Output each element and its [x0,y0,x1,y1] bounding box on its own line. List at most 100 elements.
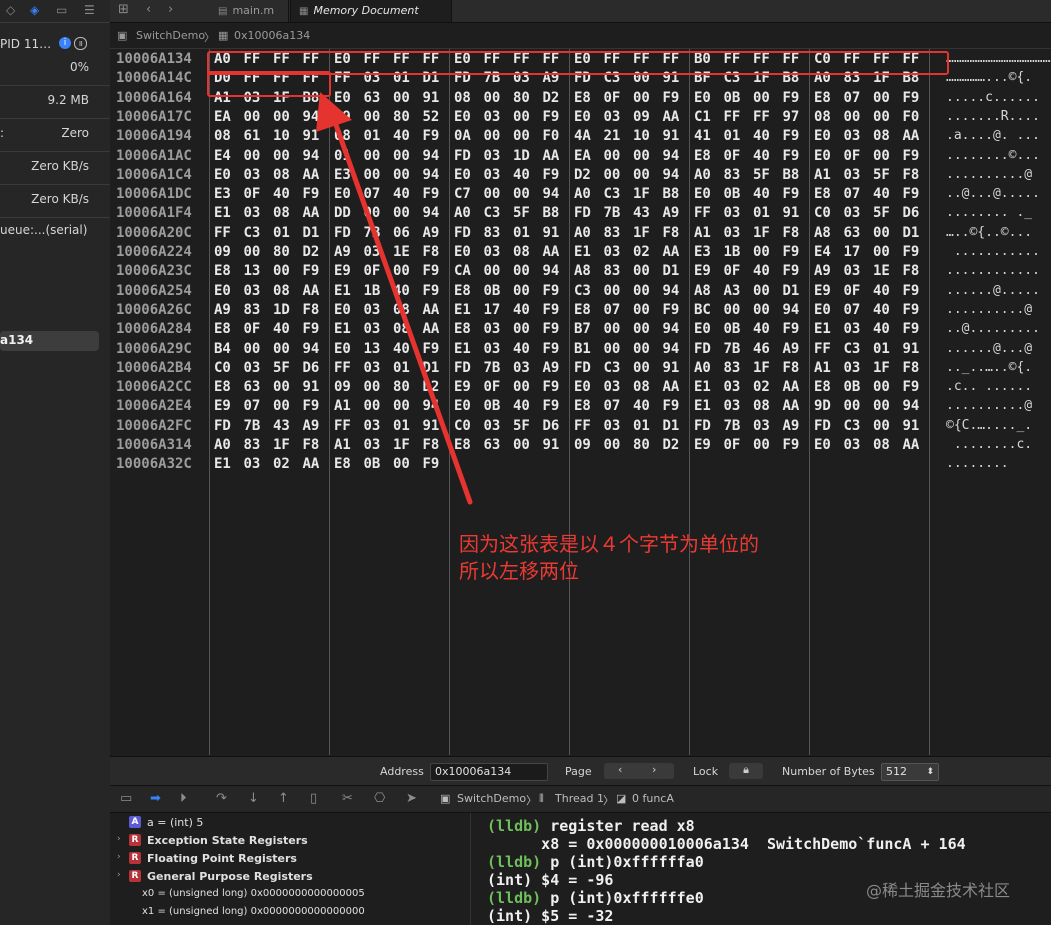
memory-byte[interactable]: 83 [244,437,266,453]
memory-byte[interactable]: 40 [753,186,775,202]
memory-byte[interactable]: A9 [214,302,236,318]
memory-byte[interactable]: F8 [903,167,925,183]
breadcrumb-address[interactable]: 0x10006a134 [234,29,310,42]
memory-byte[interactable]: AA [663,244,685,260]
memory-byte[interactable]: 00 [633,283,655,299]
memory-byte[interactable]: F9 [903,148,925,164]
memory-byte[interactable]: B7 [574,321,596,337]
memory-byte[interactable]: 0F [724,148,746,164]
memory-byte[interactable]: 09 [633,109,655,125]
memory-byte[interactable]: 03 [484,341,506,357]
memory-byte[interactable]: FD [694,341,716,357]
memory-graph-icon[interactable]: ✂ [342,791,353,806]
memory-byte[interactable]: 00 [873,109,895,125]
memory-byte[interactable]: C0 [814,205,836,221]
memory-byte[interactable]: F9 [543,341,565,357]
memory-byte[interactable]: F9 [783,263,805,279]
memory-byte[interactable]: 4A [574,128,596,144]
debug-breadcrumb-frame[interactable]: 0 funcA [632,792,674,805]
memory-byte[interactable]: D1 [663,263,685,279]
memory-byte[interactable]: B1 [574,341,596,357]
memory-byte[interactable]: 00 [604,283,626,299]
memory-byte[interactable]: 03 [844,321,866,337]
memory-byte[interactable]: D1 [783,283,805,299]
memory-byte[interactable]: 40 [873,321,895,337]
memory-byte[interactable]: FF [814,341,836,357]
energy-gauge[interactable]: : Zero [0,118,110,152]
memory-byte[interactable]: 03 [844,263,866,279]
memory-byte[interactable]: E8 [814,186,836,202]
memory-byte[interactable]: E8 [574,90,596,106]
memory-row[interactable]: 10006A20CFFC301D1FD7B06A9FD830191A0831FF… [110,225,1051,244]
memory-byte[interactable]: E1 [214,456,236,472]
memory-byte[interactable]: 08 [873,437,895,453]
step-over-icon[interactable]: ↷ [216,791,227,806]
memory-byte[interactable]: 40 [753,321,775,337]
memory-byte[interactable]: B8 [783,167,805,183]
memory-row[interactable]: 10006A2CCE8630091090080D2E90F00F9E00308A… [110,379,1051,398]
memory-byte[interactable]: A3 [724,283,746,299]
memory-byte[interactable]: F9 [543,167,565,183]
debug-breadcrumb-project[interactable]: SwitchDemo [457,792,526,805]
memory-byte[interactable]: 17 [844,244,866,260]
memory-byte[interactable]: C0 [214,360,236,376]
memory-byte[interactable]: 1F [273,437,295,453]
memory-byte[interactable]: E0 [814,302,836,318]
memory-byte[interactable]: FF [694,205,716,221]
memory-byte[interactable]: 1F [873,360,895,376]
memory-byte[interactable]: 03 [484,244,506,260]
memory-byte[interactable]: E8 [574,398,596,414]
memory-byte[interactable]: E8 [574,302,596,318]
memory-byte[interactable]: 94 [663,341,685,357]
memory-byte[interactable]: 03 [244,360,266,376]
memory-byte[interactable]: 00 [633,263,655,279]
memory-row[interactable]: 10006A29C B4 00 00 94 E0 13 40 F9 E1 03 40 F9 B1 00 00 9… [110,341,1051,360]
memory-byte[interactable]: 80 [273,244,295,260]
memory-byte[interactable]: 43 [273,418,295,434]
memory-byte[interactable]: 13 [244,263,266,279]
memory-byte[interactable]: D2 [574,167,596,183]
memory-byte[interactable]: 5F [753,167,775,183]
memory-byte[interactable]: EA [574,148,596,164]
memory-byte[interactable]: 91 [903,418,925,434]
memory-byte[interactable]: 0F [724,263,746,279]
bytes-select[interactable]: 512 ⬍ [881,763,939,781]
memory-byte[interactable]: 10 [273,128,295,144]
memory-byte[interactable]: 91 [783,205,805,221]
memory-byte[interactable]: 80 [513,90,535,106]
memory-byte[interactable]: 08 [873,128,895,144]
memory-byte[interactable]: F9 [903,321,925,337]
memory-byte[interactable]: C3 [244,225,266,241]
memory-byte[interactable]: F8 [783,225,805,241]
memory-byte[interactable]: F9 [783,148,805,164]
memory-byte[interactable]: A8 [574,263,596,279]
memory-byte[interactable]: 91 [543,225,565,241]
memory-byte[interactable]: E8 [214,379,236,395]
location-icon[interactable]: ➤ [406,791,417,806]
memory-byte[interactable]: FF [214,225,236,241]
memory-byte[interactable]: E0 [574,109,596,125]
memory-byte[interactable]: 03 [604,109,626,125]
memory-byte[interactable]: 0F [844,283,866,299]
memory-byte[interactable]: 40 [513,398,535,414]
memory-byte[interactable]: 00 [484,128,506,144]
disclosure-triangle-icon[interactable]: › [117,870,121,880]
memory-byte[interactable]: F9 [543,398,565,414]
memory-byte[interactable]: F0 [543,128,565,144]
memory-byte[interactable]: F9 [543,109,565,125]
memory-byte[interactable]: C1 [694,109,716,125]
memory-byte[interactable]: 03 [604,418,626,434]
memory-byte[interactable]: F9 [543,379,565,395]
memory-byte[interactable]: 08 [273,205,295,221]
memory-byte[interactable]: 0F [604,90,626,106]
memory-byte[interactable]: A0 [694,360,716,376]
memory-byte[interactable]: 97 [783,109,805,125]
memory-byte[interactable]: 01 [513,225,535,241]
memory-byte[interactable]: 03 [484,418,506,434]
memory-byte[interactable]: E1 [574,244,596,260]
memory-byte[interactable]: C3 [604,360,626,376]
memory-byte[interactable]: 00 [604,167,626,183]
memory-byte[interactable]: E1 [694,398,716,414]
memory-byte[interactable]: 00 [244,109,266,125]
memory-byte[interactable]: 40 [753,263,775,279]
